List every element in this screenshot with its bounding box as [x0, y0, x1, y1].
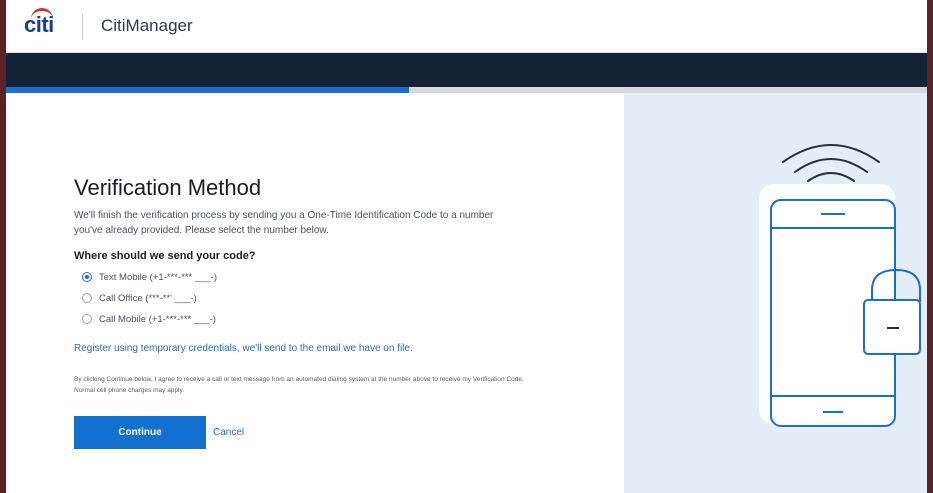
option-call-mobile[interactable]: Call Mobile (+1-***-*** ___-)	[74, 313, 544, 325]
disclaimer-text: By clicking Continue below, I agree to r…	[74, 376, 524, 394]
verification-form: Verification Method We'll finish the ver…	[74, 175, 544, 449]
phone-lock-illustration	[759, 144, 921, 427]
form-actions: Continue Cancel	[74, 416, 544, 449]
register-temporary-credentials-link[interactable]: Register using temporary credentials, we…	[74, 343, 544, 354]
continue-button[interactable]: Continue	[74, 416, 206, 449]
radio-text-mobile[interactable]	[82, 272, 92, 282]
radio-call-mobile[interactable]	[82, 314, 92, 324]
intro-text: We'll finish the verification process by…	[74, 210, 494, 236]
app-title: CitiManager	[101, 16, 193, 35]
question-label: Where should we send your code?	[74, 250, 256, 262]
page-title: Verification Method	[74, 175, 262, 200]
citi-logo[interactable]: citi	[24, 12, 54, 38]
option-label: Call Mobile (+1-***-*** ___-)	[99, 313, 216, 325]
cancel-link[interactable]: Cancel	[213, 427, 244, 438]
top-bar: citi CitiManager	[6, 0, 927, 53]
nav-band	[6, 53, 927, 87]
header-divider	[82, 14, 83, 40]
option-label: Text Mobile (+1-***-*** ___-)	[99, 271, 218, 283]
app-window: citi CitiManager Verification Method We'…	[6, 0, 927, 493]
option-label: Call Office (***-**' ___-)	[99, 292, 197, 304]
wifi-signal-icon	[782, 144, 880, 182]
option-text-mobile[interactable]: Text Mobile (+1-***-*** ___-)	[74, 271, 544, 283]
radio-call-office[interactable]	[82, 293, 92, 303]
progress-bar-fill	[6, 87, 410, 93]
option-call-office[interactable]: Call Office (***-**' ___-)	[74, 292, 544, 304]
